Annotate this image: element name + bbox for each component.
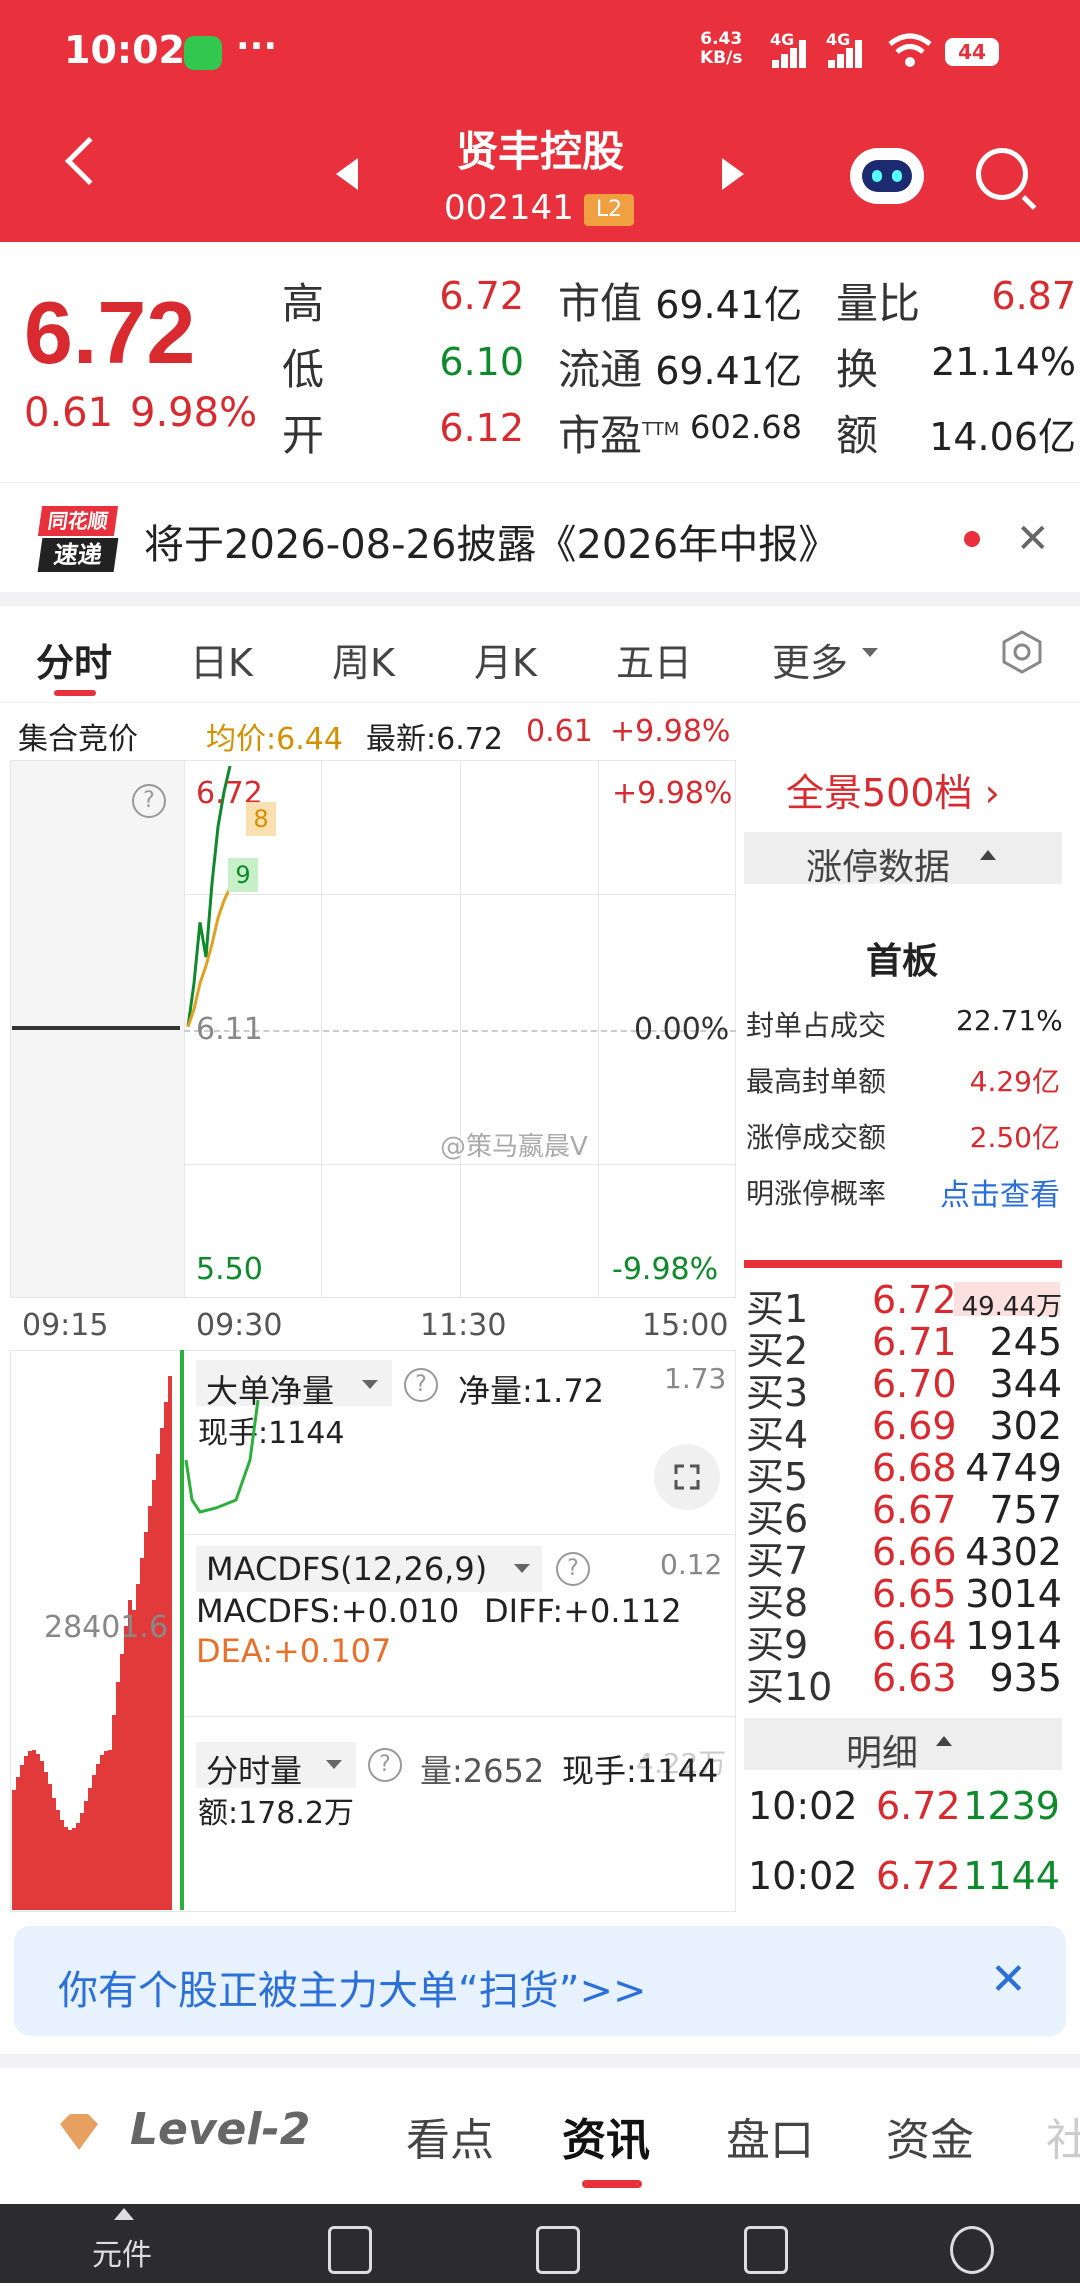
limit-data-label[interactable]: 涨停数据 [806,838,950,890]
bid-price: 6.68 [872,1446,957,1490]
bid-volume: 344 [989,1362,1062,1406]
side-row-label: 明涨停概率 [746,1177,887,1210]
promo-banner[interactable]: 你有个股正被主力大单“扫货”>> ✕ [14,1926,1066,2036]
tab-level2[interactable]: Level-2 [130,2104,310,2155]
orderbook-row: 买4 6.69 302 [746,1404,1062,1457]
bid-volume: 245 [989,1320,1062,1364]
panorama-500-link[interactable]: 全景500档 › [786,762,1000,817]
bid-level: 买10 [746,1665,833,1709]
trade-price: 6.72 [876,1854,961,1898]
divider [0,2054,1080,2068]
side-row-value: 2.50亿 [969,1121,1060,1154]
tab-orderbook[interactable]: 盘口 [726,2104,814,2168]
bid-volume: 302 [989,1404,1062,1448]
side-row-label: 封单占成交 [746,1009,887,1042]
orderbook-row: 买5 6.68 4749 [746,1446,1062,1499]
trade-price: 6.72 [876,1784,961,1828]
bid-price: 6.63 [872,1656,957,1700]
dock-widgets[interactable]: 元件 [92,2230,152,2274]
bid-volume: 1914 [965,1614,1062,1658]
active-tab-indicator [582,2180,642,2188]
board-label: 首板 [866,941,939,982]
bid-price: 6.64 [872,1614,957,1658]
chevron-up-icon [980,850,996,860]
orderbook-row: 买10 6.63 935 [746,1656,1062,1709]
side-row-value: 22.71% [956,1004,1063,1037]
orderbook-row: 买1 6.72 49.44万 [746,1278,1062,1331]
bid-price: 6.71 [872,1320,957,1364]
bottom-tabs: Level-2 看点 资讯 盘口 资金 社 [0,2068,1080,2204]
orderbook-row: 买6 6.67 757 [746,1488,1062,1541]
minus-icon[interactable] [744,2226,788,2274]
bid-volume: 4749 [965,1446,1062,1490]
chevron-up-icon [936,1736,952,1746]
close-icon[interactable]: ✕ [990,1954,1027,2005]
orderbook-row: 买2 6.71 245 [746,1320,1062,1373]
bid-price: 6.66 [872,1530,957,1574]
tab-highlights[interactable]: 看点 [406,2104,494,2168]
orderbook-row: 买8 6.65 3014 [746,1572,1062,1625]
tab-community[interactable]: 社 [1046,2104,1080,2168]
bid-volume: 935 [989,1656,1062,1700]
trade-volume: 1144 [963,1854,1060,1898]
side-row-value: 4.29亿 [969,1065,1060,1098]
orderbook-row: 买7 6.66 4302 [746,1530,1062,1583]
trade-time: 10:02 [748,1854,858,1898]
bid-volume: 49.44万 [961,1292,1062,1322]
trade-volume: 1239 [963,1784,1060,1828]
orderbook-row: 买3 6.70 344 [746,1362,1062,1415]
banner-text[interactable]: 你有个股正被主力大单“扫货”>> [58,1958,646,2016]
trade-time: 10:02 [748,1784,858,1828]
detail-label[interactable]: 明细 [846,1724,918,1776]
menu-icon[interactable] [950,2226,994,2274]
big-order-line [184,1399,260,1514]
side-row-label: 涨停成交额 [746,1121,887,1154]
view-probability-link[interactable]: 点击查看 [930,1170,1060,1214]
orderbook-row: 买9 6.64 1914 [746,1614,1062,1667]
add-icon[interactable] [536,2226,580,2274]
bid-price: 6.67 [872,1488,957,1532]
diamond-icon [60,2114,98,2150]
notes-icon[interactable] [328,2226,372,2274]
bid-price: 6.69 [872,1404,957,1448]
bid-price: 6.65 [872,1572,957,1616]
bid-price: 6.70 [872,1362,957,1406]
bottom-dock: 元件 [0,2204,1080,2283]
orderbook-divider [744,1260,1062,1268]
bid-price: 6.72 [872,1278,957,1322]
bid-volume: 3014 [965,1572,1062,1616]
bid-volume: 4302 [965,1530,1062,1574]
bid-volume: 757 [989,1488,1062,1532]
tab-news[interactable]: 资讯 [562,2104,650,2168]
side-row-label: 最高封单额 [746,1065,887,1098]
tab-funds[interactable]: 资金 [886,2104,974,2168]
chevron-up-icon[interactable] [114,2208,134,2220]
